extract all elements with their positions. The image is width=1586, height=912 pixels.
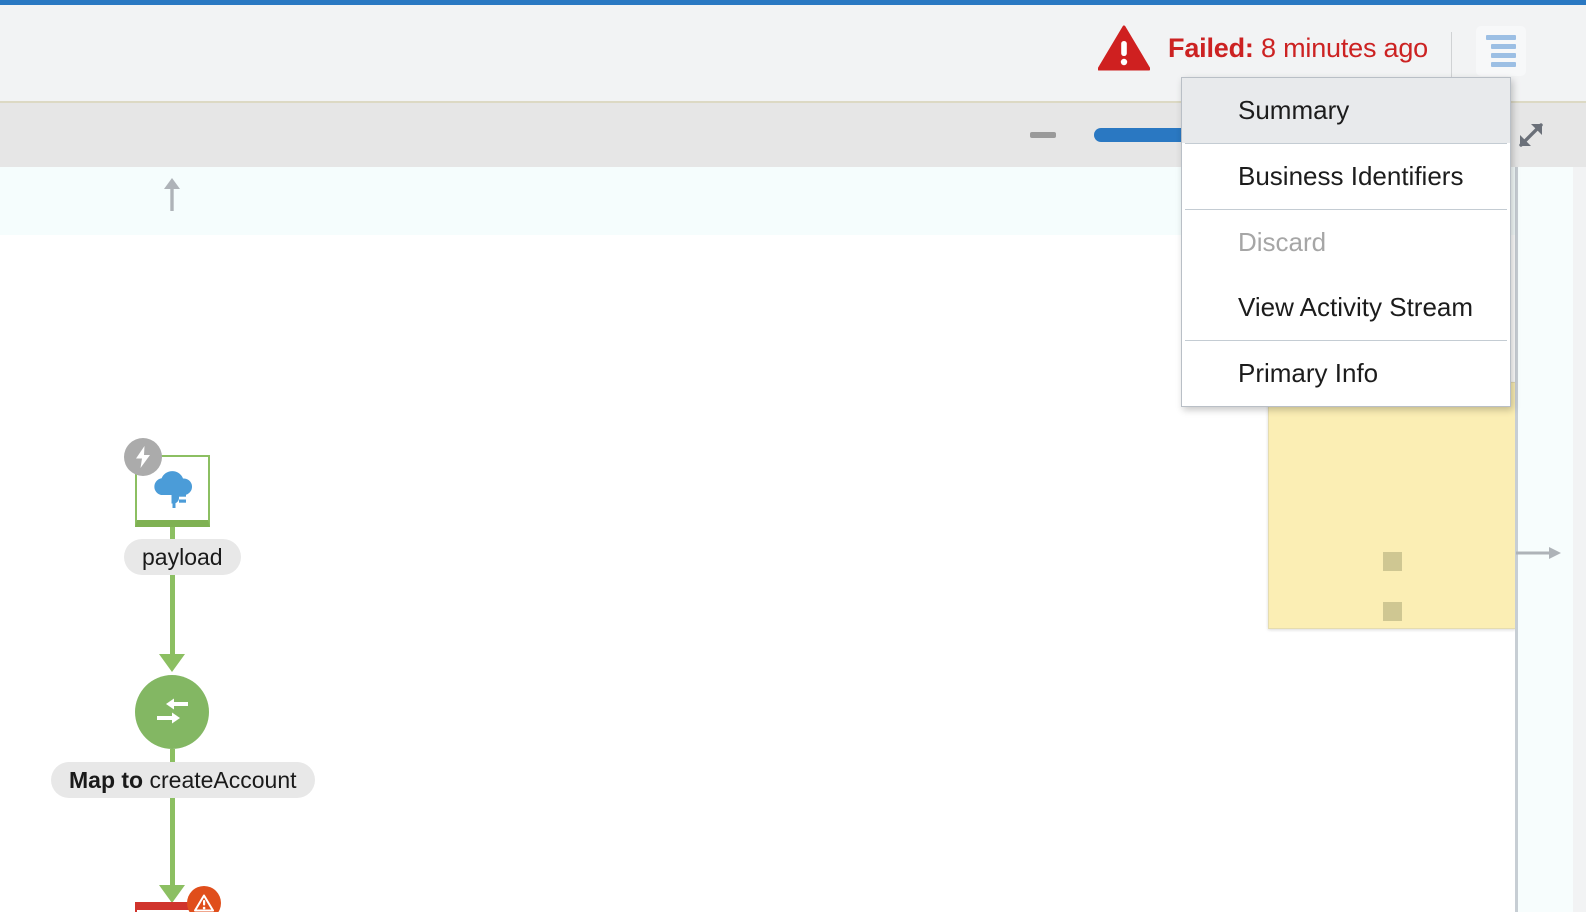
hamburger-menu-icon[interactable] [1476, 26, 1526, 76]
execution-status: Failed: 8 minutes ago [1098, 25, 1428, 71]
menu-item-view-activity-stream-label: View Activity Stream [1238, 292, 1474, 322]
arrow-right-icon[interactable] [1516, 540, 1562, 566]
app-root: Failed: 8 minutes ago payload Map to cre… [0, 0, 1586, 912]
menu-bar-1 [1486, 35, 1516, 40]
node-label-payload[interactable]: payload [124, 539, 241, 575]
status-text: Failed: 8 minutes ago [1168, 33, 1428, 64]
cloud-connector-icon [153, 470, 192, 508]
menu-bar-2 [1491, 44, 1516, 49]
menu-item-summary-label: Summary [1238, 95, 1350, 125]
transform-arrows-icon [157, 698, 188, 724]
arrow-up-icon[interactable] [158, 177, 186, 211]
warning-triangle-icon [1098, 25, 1151, 71]
menu-item-primary-info[interactable]: Primary Info [1182, 341, 1510, 406]
map-label-prefix: Map to [69, 767, 150, 793]
payload-label-text: payload [142, 544, 223, 570]
status-label: Failed: [1168, 32, 1254, 63]
node-map[interactable] [135, 675, 209, 749]
arrowhead-to-map [159, 654, 185, 672]
error-warning-icon[interactable] [187, 886, 221, 912]
menu-item-discard: Discard [1182, 210, 1510, 275]
map-label-text: createAccount [149, 767, 297, 793]
zoom-minus-icon[interactable] [1030, 132, 1056, 138]
menu-item-discard-label: Discard [1238, 227, 1327, 257]
menu-item-view-activity-stream[interactable]: View Activity Stream [1182, 275, 1510, 340]
sticky-chip-1 [1383, 552, 1402, 571]
sticky-panel[interactable] [1268, 382, 1516, 629]
expand-diagonal-icon[interactable] [1511, 115, 1551, 155]
menu-item-business-identifiers-label: Business Identifiers [1238, 161, 1464, 191]
menu-bar-4 [1491, 62, 1516, 67]
menu-item-business-identifiers[interactable]: Business Identifiers [1182, 144, 1510, 209]
canvas-outer-gutter [1573, 167, 1586, 912]
status-time: 8 minutes ago [1260, 32, 1428, 63]
menu-item-primary-info-label: Primary Info [1238, 358, 1379, 388]
header-divider [1451, 32, 1452, 78]
error-warning-glyph [194, 894, 214, 912]
bolt-glyph [136, 446, 150, 468]
node-label-map[interactable]: Map to createAccount [51, 762, 315, 798]
context-dropdown-menu[interactable]: Summary Business Identifiers Discard Vie… [1181, 77, 1511, 407]
sticky-chip-2 [1383, 602, 1402, 621]
arrowhead-to-create [159, 885, 185, 903]
menu-item-summary[interactable]: Summary [1182, 78, 1510, 143]
menu-bar-3 [1491, 53, 1516, 58]
lightning-bolt-icon[interactable] [124, 438, 162, 476]
